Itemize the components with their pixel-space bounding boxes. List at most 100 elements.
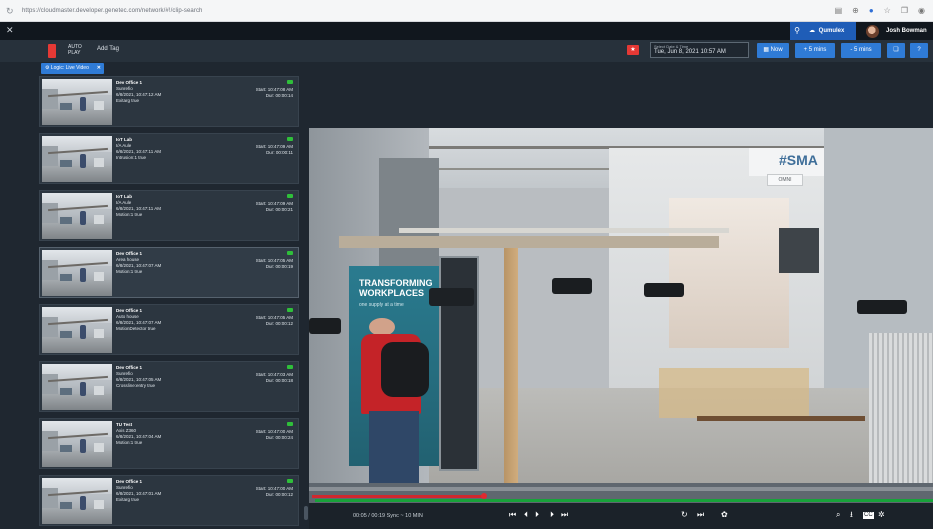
camera-4 (309, 318, 341, 334)
clip-card[interactable]: Dev Office 1 Sunrefio 6/8/2021, 10:47:01… (39, 475, 299, 526)
favorites-icon[interactable]: ☆ (884, 5, 891, 17)
minus-5-label: - 5 mins (850, 47, 872, 53)
camera-status-badge (287, 422, 293, 426)
clip-trigger: Crossline:entry true (116, 383, 156, 388)
clip-thumbnail[interactable] (42, 478, 112, 524)
clip-duration: Dur: 00:00:12 (265, 492, 293, 497)
filter-row: ⚙ Logic: Live Video ✕ (0, 62, 933, 76)
avatar[interactable] (866, 25, 879, 38)
step-back-icon[interactable]: ⏴ (524, 510, 528, 520)
close-icon[interactable]: ✕ (6, 25, 14, 36)
step-mode-icon[interactable]: ⏭ (697, 510, 704, 520)
skip-back-icon[interactable]: ⏮ (509, 510, 516, 520)
clip-trigger: Motion:1 true (116, 269, 143, 274)
chip-close-icon[interactable]: ✕ (97, 63, 101, 74)
play-label: PLAY (68, 50, 81, 56)
settings-icon[interactable]: ✿ (721, 510, 728, 520)
bookmark-button[interactable]: ❏ (887, 43, 905, 58)
camera-status-badge (287, 80, 293, 84)
url-text[interactable]: https://cloudmaster.developer.genetec.co… (22, 8, 203, 14)
browser-address-bar: ↻ https://cloudmaster.developer.genetec.… (0, 0, 933, 22)
zoom-icon[interactable]: ⊕ (852, 5, 859, 17)
clip-thumbnail[interactable] (42, 79, 112, 125)
clip-timing: Start: 10:47:09 AM Dur: 00:00:11 (256, 137, 293, 156)
clip-card[interactable]: TU Test Axis Z360 6/8/2021, 10:47:04 AM … (39, 418, 299, 469)
clip-card[interactable]: Dev Office 1 Sunrefio 6/8/2021, 10:47:05… (39, 361, 299, 412)
clip-timing: Start: 10:47:05 AM Dur: 00:00:19 (256, 251, 293, 270)
player-controls: 00:05 / 00:19 Sync ~ 10 MIN ⏮ ⏴ ⏵ ⏵ ⏭ ↻ … (309, 503, 933, 529)
clip-timing: Start: 10:47:09 AM Dur: 00:00:21 (256, 194, 293, 213)
timeline-buffer (315, 499, 933, 502)
cc-icon[interactable]: CC (863, 512, 874, 519)
datetime-value: Tue, Jun 8, 2021 10:57 AM (654, 49, 726, 55)
plus-5-mins-button[interactable]: + 5 mins (795, 43, 835, 58)
timeline-track[interactable] (309, 487, 933, 491)
collections-icon[interactable]: ❐ (901, 5, 908, 17)
clip-info: IoT Lab I/A Aule 6/8/2021, 10:47:11 AM M… (116, 194, 161, 218)
timeline[interactable] (309, 483, 933, 503)
clip-thumbnail[interactable] (42, 364, 112, 410)
clip-duration: Dur: 00:00:11 (266, 150, 293, 155)
clip-timing: Start: 10:47:05 AM Dur: 00:00:12 (256, 308, 293, 327)
clip-card[interactable]: Dev Office 1 Area house 6/8/2021, 10:47:… (39, 247, 299, 298)
profile-icon[interactable]: ◉ (918, 5, 925, 17)
site-label: Qumulex (818, 28, 845, 34)
clip-thumbnail[interactable] (42, 136, 112, 182)
clip-card[interactable]: Dev Office 1 Auto house 6/8/2021, 10:47:… (39, 304, 299, 355)
redo-icon[interactable]: ↻ (681, 510, 688, 520)
autoplay-toggle[interactable]: AUTO PLAY (68, 44, 82, 56)
flag-button[interactable]: ★ (627, 45, 639, 55)
person-jeans (369, 411, 419, 483)
camera-status-badge (287, 137, 293, 141)
camera-1 (552, 278, 592, 294)
video-player[interactable]: #SMA OMNI TRANSFORMING WORKPLACES one su… (309, 128, 933, 483)
clip-thumbnail[interactable] (42, 421, 112, 467)
camera-5 (857, 300, 907, 314)
clip-card[interactable]: IoT Lab I/A Aule 6/8/2021, 10:47:11 AM I… (39, 133, 299, 184)
step-forward-icon[interactable]: ⏵ (550, 510, 554, 520)
help-button[interactable]: ? (910, 43, 928, 58)
clip-trigger: Intrusion:1 true (116, 155, 147, 160)
clip-thumbnail[interactable] (42, 307, 112, 353)
clip-timing: Start: 10:47:00 AM Dur: 00:00:24 (256, 422, 293, 441)
record-indicator[interactable] (48, 44, 56, 58)
clip-info: Dev Office 1 Sunrefio 6/8/2021, 10:47:01… (116, 479, 161, 503)
camera-status-badge (287, 479, 293, 483)
camera-2 (644, 283, 684, 297)
clip-toolbar: AUTO PLAY Add Tag ★ Select Date & Time T… (0, 40, 933, 62)
clip-info: Dev Office 1 Auto house 6/8/2021, 10:47:… (116, 308, 161, 332)
clip-duration: Dur: 00:00:14 (265, 93, 293, 98)
extension-icon[interactable]: ● (869, 5, 874, 17)
clip-trigger: Motion:1 true (116, 212, 143, 217)
skip-forward-icon[interactable]: ⏭ (561, 510, 568, 520)
refresh-icon[interactable]: ↻ (6, 6, 16, 16)
site-selector[interactable]: ☁ Qumulex (804, 22, 856, 40)
clip-duration: Dur: 00:00:18 (265, 378, 293, 383)
download-icon[interactable]: ⭳ (850, 510, 853, 520)
kiosk-wall (669, 198, 789, 348)
clip-info: Dev Office 1 Sunrefio 6/8/2021, 10:47:05… (116, 365, 161, 389)
clip-card[interactable]: IoT Lab I/A Aule 6/8/2021, 10:47:11 AM M… (39, 190, 299, 241)
banner-text: TRANSFORMING WORKPLACES (359, 278, 433, 298)
clip-duration: Dur: 00:00:12 (265, 321, 293, 326)
clip-card[interactable]: Dev Office 1 Sunrefio 6/8/2021, 10:47:12… (39, 76, 299, 127)
scrollbar-thumb[interactable] (304, 506, 308, 520)
map-pin-icon[interactable]: ⚲ (790, 22, 804, 40)
user-name[interactable]: Josh Bowman (886, 22, 927, 40)
add-tag-button[interactable]: Add Tag (97, 46, 119, 52)
clip-trigger: MotionDetector true (116, 326, 156, 331)
clip-thumbnail[interactable] (42, 193, 112, 239)
zoom-icon[interactable]: ⌕ (836, 510, 840, 520)
reader-icon[interactable]: ▤ (835, 5, 843, 17)
now-button[interactable]: ▦ Now (757, 43, 789, 58)
gear-icon[interactable]: ✲ (878, 510, 885, 520)
clip-timing: Start: 10:47:00 AM Dur: 00:00:12 (256, 479, 293, 498)
camera-status-badge (287, 194, 293, 198)
filter-chip[interactable]: ⚙ Logic: Live Video ✕ (41, 63, 104, 74)
datetime-picker[interactable]: Select Date & Time Tue, Jun 8, 2021 10:5… (650, 42, 749, 58)
minus-5-mins-button[interactable]: - 5 mins (841, 43, 881, 58)
gantry-beam (339, 236, 719, 248)
clip-thumbnail[interactable] (42, 250, 112, 296)
play-icon[interactable]: ⏵ (535, 510, 539, 520)
video-panel: #SMA OMNI TRANSFORMING WORKPLACES one su… (309, 76, 933, 529)
